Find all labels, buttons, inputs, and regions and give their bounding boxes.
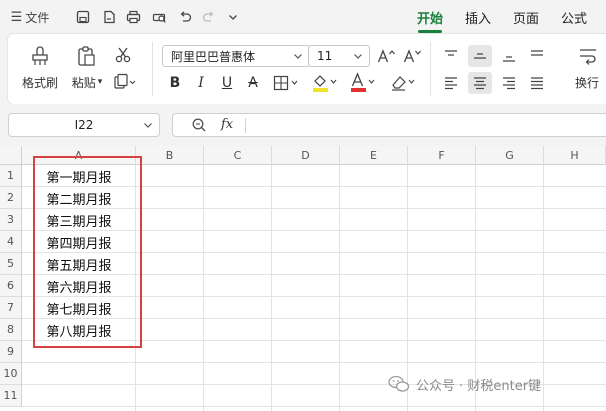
grid-row-line: [22, 406, 606, 407]
paste-label: 粘贴: [71, 75, 96, 90]
wrap-text-icon[interactable]: [574, 44, 602, 68]
tab-insert[interactable]: 插入: [458, 0, 498, 34]
column-header-d[interactable]: D: [272, 146, 340, 165]
tab-page[interactable]: 页面: [506, 0, 546, 34]
cell-a4[interactable]: 第四期月报: [22, 231, 136, 253]
name-box[interactable]: I22: [8, 113, 160, 137]
align-bottom-icon[interactable]: [498, 45, 520, 67]
zoom-icon[interactable]: [191, 117, 207, 133]
row-header-10[interactable]: 10: [0, 363, 22, 385]
watermark: 公众号 · 财税enter键: [388, 372, 541, 396]
strikethrough-icon[interactable]: A: [242, 72, 264, 94]
wrap-text-button[interactable]: 换行: [568, 74, 606, 90]
column-header-g[interactable]: G: [476, 146, 544, 165]
chevron-down-icon: [294, 54, 302, 59]
cell-a3[interactable]: 第三期月报: [22, 209, 136, 231]
chevron-down-icon: [144, 123, 152, 128]
column-header-f[interactable]: F: [408, 146, 476, 165]
italic-icon[interactable]: I: [190, 72, 212, 94]
name-box-value: I22: [74, 118, 94, 132]
font-color-icon[interactable]: [346, 70, 380, 96]
row-header-4[interactable]: 4: [0, 231, 22, 253]
fx-icon[interactable]: fx: [221, 117, 233, 132]
decrease-font-size-icon[interactable]: [400, 45, 424, 67]
ribbon-divider: [152, 42, 153, 96]
row-header-1[interactable]: 1: [0, 165, 22, 187]
wechat-icon: [388, 375, 410, 392]
title-bar: ☰ 文件 开始 插入 页面 公式: [0, 0, 606, 34]
grid-row-line: [22, 362, 606, 363]
column-header-e[interactable]: E: [340, 146, 408, 165]
cell-a6[interactable]: 第六期月报: [22, 275, 136, 297]
clear-format-icon[interactable]: [386, 70, 420, 96]
align-right-icon[interactable]: [498, 72, 520, 94]
paste-chevron-down-icon: ▾: [97, 77, 103, 87]
row-header-8[interactable]: 8: [0, 319, 22, 341]
align-top-icon[interactable]: [440, 45, 462, 67]
align-center-icon[interactable]: [468, 72, 492, 94]
cell-a8[interactable]: 第八期月报: [22, 319, 136, 341]
column-header-b[interactable]: B: [136, 146, 204, 165]
file-menu[interactable]: ☰ 文件: [6, 0, 54, 34]
undo-icon[interactable]: [174, 0, 196, 34]
cell-a7[interactable]: 第七期月报: [22, 297, 136, 319]
quick-access-chevron-down-icon[interactable]: [222, 0, 244, 34]
row-header-6[interactable]: 6: [0, 275, 22, 297]
redo-icon[interactable]: [198, 0, 220, 34]
tab-home[interactable]: 开始: [410, 0, 450, 34]
font-size-value: 11: [317, 49, 333, 63]
align-middle-icon[interactable]: [468, 45, 492, 67]
increase-font-size-icon[interactable]: [374, 45, 398, 67]
underline-icon[interactable]: U: [216, 72, 238, 94]
paste-button[interactable]: 粘贴 ▾: [66, 74, 108, 90]
print-preview-icon[interactable]: [148, 0, 170, 34]
distributed-align-icon[interactable]: [526, 72, 548, 94]
row-header-11[interactable]: 11: [0, 385, 22, 407]
watermark-text: 公众号 · 财税enter键: [416, 378, 542, 394]
ribbon-toolbar: 格式刷 粘贴 ▾ 阿里巴巴普惠体 11 B I U A 换行: [8, 34, 606, 104]
paste-icon[interactable]: [70, 42, 102, 70]
row-header-2[interactable]: 2: [0, 187, 22, 209]
row-header-5[interactable]: 5: [0, 253, 22, 275]
file-menu-label: 文件: [25, 10, 50, 25]
formula-input[interactable]: fx: [172, 113, 606, 137]
format-painter-icon[interactable]: [22, 42, 58, 70]
grid-column-line: [543, 165, 544, 411]
column-header-c[interactable]: C: [204, 146, 272, 165]
column-header-a[interactable]: A: [22, 146, 136, 165]
grid-column-line: [271, 165, 272, 411]
grid-column-line: [339, 165, 340, 411]
font-size-dropdown[interactable]: 11: [308, 45, 370, 67]
fill-color-icon[interactable]: [308, 70, 342, 96]
hamburger-icon: ☰: [10, 9, 23, 25]
justify-top-icon[interactable]: [526, 45, 548, 67]
column-header-h[interactable]: H: [544, 146, 606, 165]
formula-divider: [245, 118, 246, 133]
active-tab-indicator: [418, 30, 442, 33]
cut-icon[interactable]: [112, 44, 134, 66]
row-header-9[interactable]: 9: [0, 341, 22, 363]
save-icon[interactable]: [72, 0, 94, 34]
print-icon[interactable]: [122, 0, 144, 34]
align-left-icon[interactable]: [440, 72, 462, 94]
format-painter-button[interactable]: 格式刷: [14, 74, 66, 90]
cell-a1[interactable]: 第一期月报: [22, 165, 136, 187]
font-name-dropdown[interactable]: 阿里巴巴普惠体: [162, 45, 310, 67]
row-header-7[interactable]: 7: [0, 297, 22, 319]
borders-icon[interactable]: [270, 72, 304, 94]
cell-a5[interactable]: 第五期月报: [22, 253, 136, 275]
export-pdf-icon[interactable]: [98, 0, 120, 34]
ribbon-divider: [430, 42, 431, 96]
tab-formulas[interactable]: 公式: [554, 0, 594, 34]
font-name-value: 阿里巴巴普惠体: [171, 49, 256, 64]
grid-column-line: [203, 165, 204, 411]
cell-a2[interactable]: 第二期月报: [22, 187, 136, 209]
copy-icon[interactable]: [110, 72, 140, 92]
row-header-3[interactable]: 3: [0, 209, 22, 231]
chevron-down-icon: [354, 54, 362, 59]
bold-icon[interactable]: B: [164, 72, 186, 94]
select-all-corner[interactable]: [0, 146, 22, 165]
